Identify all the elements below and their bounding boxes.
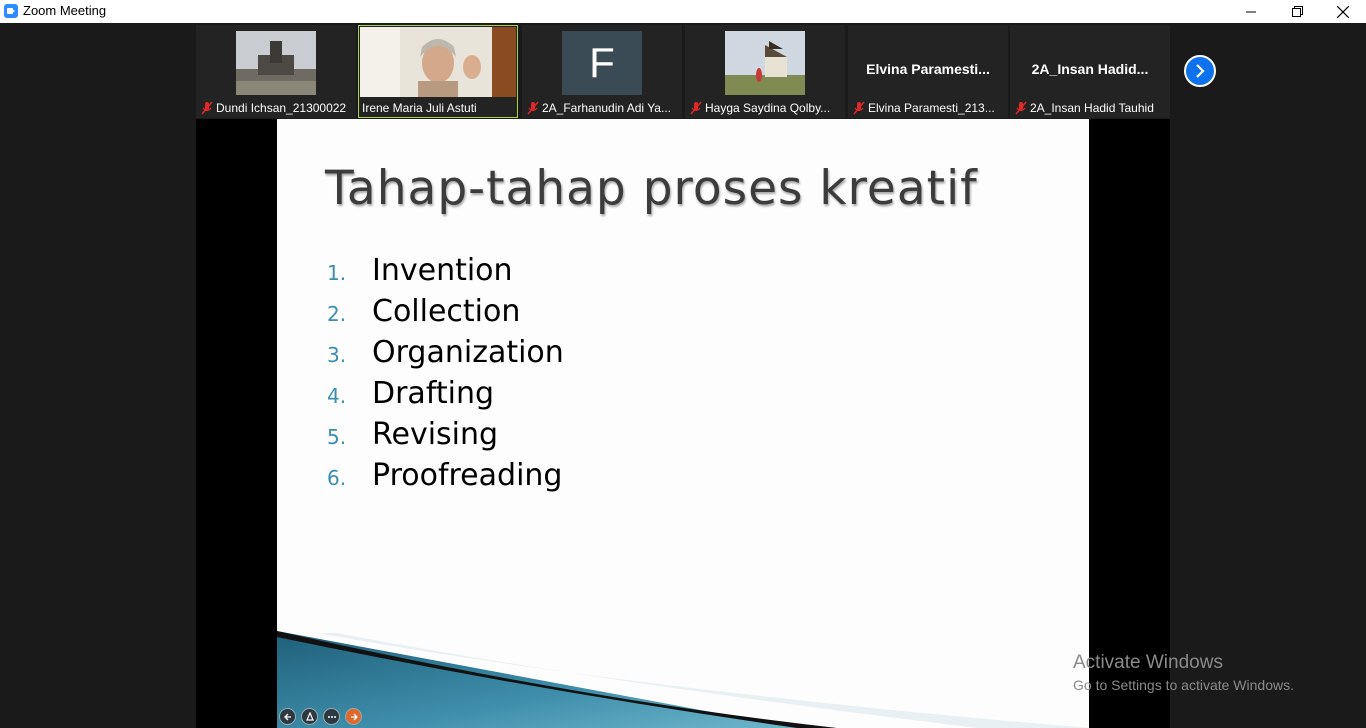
zoom-app-icon xyxy=(4,4,18,18)
item-number: 2. xyxy=(327,302,347,326)
item-number: 3. xyxy=(327,343,347,367)
list-item: 4. Drafting xyxy=(327,376,564,417)
participant-tile[interactable]: Hayga Saydina Qolby... xyxy=(685,25,845,118)
item-text: Revising xyxy=(372,417,499,452)
slide-navigation xyxy=(279,708,362,725)
list-item: 3. Organization xyxy=(327,335,564,376)
list-item: 6. Proofreading xyxy=(327,458,564,499)
participant-video xyxy=(725,31,805,95)
list-item: 5. Revising xyxy=(327,417,564,458)
item-text: Invention xyxy=(372,253,513,288)
ellipsis-icon xyxy=(327,715,336,718)
slide-decoration xyxy=(277,631,1089,728)
arrow-right-icon xyxy=(350,713,358,720)
title-bar: Zoom Meeting xyxy=(0,0,1366,23)
muted-mic-icon xyxy=(1015,101,1027,115)
slide-title: Tahap-tahap proses kreatif xyxy=(325,161,978,216)
pen-tool-button[interactable] xyxy=(301,708,318,725)
window-title: Zoom Meeting xyxy=(23,3,107,18)
item-text: Proofreading xyxy=(372,458,563,493)
shared-screen: Tahap-tahap proses kreatif 1. Invention 2… xyxy=(196,119,1170,728)
item-text: Drafting xyxy=(372,376,495,411)
avatar: F xyxy=(562,31,642,95)
watermark-title: Activate Windows xyxy=(1073,652,1223,673)
video-thumbnail xyxy=(360,27,516,97)
participant-name: Irene Maria Juli Astuti xyxy=(362,101,477,115)
presentation-slide: Tahap-tahap proses kreatif 1. Invention 2… xyxy=(277,119,1089,728)
muted-mic-icon xyxy=(853,101,865,115)
participant-tile[interactable]: F 2A_Farhanudin Adi Ya... xyxy=(522,25,682,118)
muted-mic-icon xyxy=(201,101,213,115)
slide-list: 1. Invention 2. Collection 3. Organization … xyxy=(327,253,564,499)
participant-display-name: Elvina Paramesti... xyxy=(866,61,990,77)
item-number: 1. xyxy=(327,261,347,285)
item-text: Organization xyxy=(372,335,564,370)
more-options-button[interactable] xyxy=(323,708,340,725)
participant-name: Dundi Ichsan_21300022 xyxy=(216,101,347,115)
item-text: Collection xyxy=(372,294,521,329)
video-thumbnail xyxy=(725,31,805,95)
participant-gallery: Dundi Ichsan_21300022 Irene Maria Juli A… xyxy=(196,25,1216,118)
item-number: 4. xyxy=(327,384,347,408)
pen-icon xyxy=(305,711,314,721)
restore-button[interactable] xyxy=(1274,0,1320,23)
participant-video xyxy=(360,27,516,97)
participant-tile[interactable]: Dundi Ichsan_21300022 xyxy=(196,25,356,118)
muted-mic-icon xyxy=(527,101,539,115)
list-item: 1. Invention xyxy=(327,253,564,294)
item-number: 5. xyxy=(327,425,347,449)
arrow-left-icon xyxy=(283,713,291,720)
participant-name: 2A_Farhanudin Adi Ya... xyxy=(542,101,671,115)
minimize-button[interactable] xyxy=(1228,0,1274,23)
list-item: 2. Collection xyxy=(327,294,564,335)
next-slide-button[interactable] xyxy=(345,708,362,725)
close-icon xyxy=(1337,5,1349,18)
muted-mic-icon xyxy=(690,101,702,115)
participant-tile[interactable]: Elvina Paramesti... Elvina Paramesti_213… xyxy=(848,25,1008,118)
chevron-right-icon xyxy=(1196,64,1205,78)
watermark-subtitle: Go to Settings to activate Windows. xyxy=(1073,677,1294,693)
video-thumbnail xyxy=(236,31,316,95)
participant-name: 2A_Insan Hadid Tauhid xyxy=(1030,101,1154,115)
participant-tile[interactable]: 2A_Insan Hadid... 2A_Insan Hadid Tauhid xyxy=(1010,25,1170,118)
close-button[interactable] xyxy=(1320,0,1366,23)
previous-slide-button[interactable] xyxy=(279,708,296,725)
participant-name: Hayga Saydina Qolby... xyxy=(705,101,831,115)
next-page-button[interactable] xyxy=(1184,55,1216,87)
item-number: 6. xyxy=(327,466,347,490)
participant-tile-active-speaker[interactable]: Irene Maria Juli Astuti xyxy=(358,25,518,118)
participant-video xyxy=(236,31,316,95)
minimize-icon xyxy=(1246,11,1256,12)
activation-watermark: Activate Windows Go to Settings to activ… xyxy=(1073,652,1294,693)
participant-display-name: 2A_Insan Hadid... xyxy=(1031,61,1149,77)
participant-name: Elvina Paramesti_213... xyxy=(868,101,995,115)
restore-icon xyxy=(1291,6,1303,17)
